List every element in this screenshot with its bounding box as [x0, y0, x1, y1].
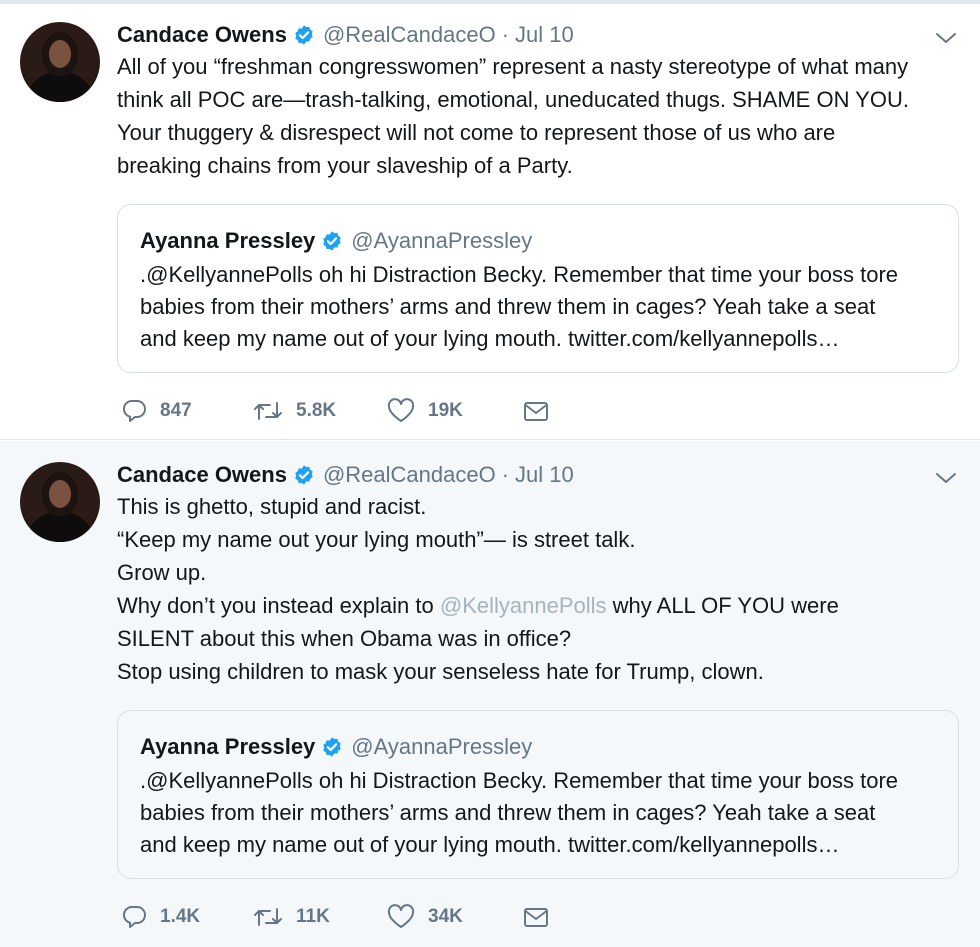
tweet-text-line: Stop using children to mask your sensele…: [117, 659, 764, 684]
tweet-actions: 847 5.8K 19K: [120, 396, 580, 426]
quoted-tweet-text: .@KellyannePolls oh hi Distraction Becky…: [140, 765, 898, 861]
tweet-date[interactable]: Jul 10: [515, 462, 574, 488]
envelope-icon: [524, 402, 548, 421]
retweet-count: 5.8K: [296, 400, 337, 421]
quoted-text-line: babies from their mothers’ arms and thre…: [140, 294, 876, 319]
envelope-icon: [524, 908, 548, 927]
like-button[interactable]: 19K: [386, 396, 463, 426]
verified-badge-icon: [323, 737, 342, 757]
separator-dot: ·: [501, 462, 510, 487]
quoted-text-line: and keep my name out of your lying mouth…: [140, 832, 840, 857]
tweet-header: Candace Owens @RealCandaceO · Jul 10: [117, 20, 574, 50]
chevron-down-icon[interactable]: [934, 470, 958, 486]
quoted-tweet-text: .@KellyannePolls oh hi Distraction Becky…: [140, 259, 898, 355]
tweet-text-line: breaking chains from your slaveship of a…: [117, 153, 573, 178]
quoted-author-handle: @AyannaPressley: [351, 228, 533, 253]
author-handle[interactable]: @RealCandaceO: [323, 22, 496, 48]
like-button[interactable]: 34K: [386, 902, 463, 932]
quoted-text-line: .@KellyannePolls oh hi Distraction Becky…: [140, 262, 899, 287]
tweet-text: All of you “freshman congresswomen” repr…: [117, 50, 909, 182]
tweet-date[interactable]: Jul 10: [515, 22, 574, 48]
quoted-author-handle: @AyannaPressley: [351, 734, 533, 759]
author-name[interactable]: Candace Owens: [117, 22, 287, 48]
text-segment: why ALL OF YOU were: [606, 593, 839, 618]
quoted-tweet[interactable]: Ayanna Pressley @AyannaPressley .@Kellya…: [117, 204, 959, 373]
chevron-down-icon[interactable]: [934, 30, 958, 46]
tweet-text-line: Grow up.: [117, 560, 207, 585]
like-count: 19K: [428, 400, 463, 421]
tweet-text-line: Your thuggery & disrespect will not come…: [117, 120, 836, 145]
like-count: 34K: [428, 906, 463, 927]
retweet-button[interactable]: 11K: [252, 902, 330, 932]
tweet-text-line: All of you “freshman congresswomen” repr…: [117, 54, 909, 79]
reply-button[interactable]: 847: [120, 396, 192, 426]
quoted-tweet-header: Ayanna Pressley @AyannaPressley: [140, 225, 532, 257]
retweet-count: 11K: [296, 906, 330, 927]
reply-icon: [122, 906, 146, 928]
tweet-1[interactable]: Candace Owens @RealCandaceO · Jul 10 All…: [0, 4, 980, 440]
tweet-text-line: think all POC are—trash-talking, emotion…: [117, 87, 909, 112]
quoted-tweet-header: Ayanna Pressley @AyannaPressley: [140, 731, 532, 763]
quoted-text-line: babies from their mothers’ arms and thre…: [140, 800, 876, 825]
author-handle[interactable]: @RealCandaceO: [323, 462, 496, 488]
separator-dot: ·: [501, 22, 510, 47]
retweet-button[interactable]: 5.8K: [252, 396, 336, 426]
quoted-author-name: Ayanna Pressley: [140, 228, 316, 253]
avatar[interactable]: [20, 22, 100, 102]
reply-icon: [122, 400, 146, 422]
reply-count: 1.4K: [160, 906, 201, 927]
tweet-header: Candace Owens @RealCandaceO · Jul 10: [117, 460, 574, 490]
heart-icon: [387, 398, 415, 422]
direct-message-button[interactable]: [522, 396, 550, 426]
retweet-icon: [254, 908, 282, 926]
reply-button[interactable]: 1.4K: [120, 902, 200, 932]
reply-count: 847: [160, 400, 192, 421]
mention-link[interactable]: @KellyannePolls: [440, 593, 607, 618]
text-segment: Why don’t you instead explain to: [117, 593, 440, 618]
avatar[interactable]: [20, 462, 100, 542]
quoted-author-name: Ayanna Pressley: [140, 734, 316, 759]
verified-badge-icon: [295, 25, 313, 45]
tweet-text-line: Why don’t you instead explain to @Kellya…: [117, 589, 839, 622]
author-name[interactable]: Candace Owens: [117, 462, 287, 488]
tweet-text-line: SILENT about this when Obama was in offi…: [117, 626, 572, 651]
tweet-text-line: “Keep my name out your lying mouth”— is …: [117, 527, 636, 552]
quoted-tweet[interactable]: Ayanna Pressley @AyannaPressley .@Kellya…: [117, 710, 959, 879]
heart-icon: [387, 904, 415, 928]
tweet-text: This is ghetto, stupid and racist. “Keep…: [117, 490, 839, 688]
tweet-2[interactable]: Candace Owens @RealCandaceO · Jul 10 Thi…: [0, 441, 980, 947]
verified-badge-icon: [295, 465, 313, 485]
direct-message-button[interactable]: [522, 902, 550, 932]
tweet-text-line: This is ghetto, stupid and racist.: [117, 494, 427, 519]
quoted-text-line: and keep my name out of your lying mouth…: [140, 326, 840, 351]
retweet-icon: [254, 402, 282, 420]
quoted-text-line: .@KellyannePolls oh hi Distraction Becky…: [140, 768, 899, 793]
tweet-actions: 1.4K 11K 34K: [120, 902, 580, 932]
verified-badge-icon: [323, 231, 342, 251]
